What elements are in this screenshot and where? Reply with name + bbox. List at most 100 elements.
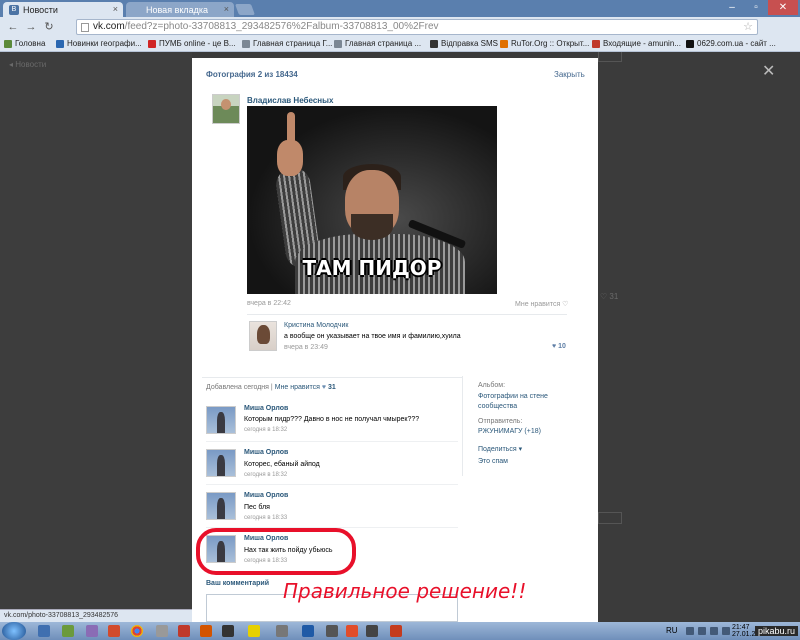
photo-counter: Фотография 2 из 18434 bbox=[206, 70, 298, 79]
bookmark-label: Відправка SMS bbox=[441, 39, 498, 48]
avatar[interactable] bbox=[206, 449, 236, 477]
close-icon[interactable]: × bbox=[224, 4, 229, 14]
language-indicator[interactable]: RU bbox=[666, 626, 678, 635]
avatar[interactable] bbox=[206, 492, 236, 520]
bookmark-item[interactable]: Головна bbox=[4, 39, 45, 48]
vk-favicon-icon: В bbox=[9, 5, 19, 15]
tab-label: Новости bbox=[23, 5, 58, 15]
bookmark-item[interactable]: Відправка SMS bbox=[430, 39, 498, 48]
tray-icon[interactable] bbox=[686, 627, 694, 635]
sender-link[interactable]: РЖУНИМАГУ (+18) bbox=[478, 428, 541, 435]
close-link[interactable]: Закрыть bbox=[554, 70, 585, 79]
bookmark-label: Головна bbox=[15, 39, 46, 48]
avatar[interactable] bbox=[212, 94, 240, 124]
bookmark-item[interactable]: Главная страница Г... bbox=[242, 39, 332, 48]
app-icon[interactable] bbox=[248, 625, 260, 637]
photo[interactable]: ТАМ ПИДОР bbox=[247, 106, 497, 294]
bookmark-icon bbox=[242, 40, 250, 48]
avatar[interactable] bbox=[206, 406, 236, 434]
new-tab-button[interactable] bbox=[234, 4, 256, 15]
bookmark-item[interactable]: RuTor.Org :: Открыт... bbox=[500, 39, 589, 48]
comment-author[interactable]: Миша Орлов bbox=[244, 405, 288, 412]
watermark: pikabu.ru bbox=[755, 626, 799, 636]
star-icon[interactable]: ☆ bbox=[743, 20, 753, 34]
divider bbox=[247, 314, 567, 315]
photo-finger bbox=[287, 112, 295, 144]
app-icon[interactable] bbox=[200, 625, 212, 637]
bookmark-item[interactable]: Новинки географи... bbox=[56, 39, 142, 48]
annotation-text: Правильное решение!! bbox=[283, 579, 527, 603]
close-viewer-icon[interactable]: ✕ bbox=[762, 64, 775, 80]
comment-text: Которес, ебаный айпод bbox=[244, 461, 320, 468]
close-window-icon[interactable]: ✕ bbox=[768, 0, 798, 15]
windows-start-icon[interactable] bbox=[2, 622, 26, 640]
minimize-icon[interactable]: – bbox=[720, 0, 744, 15]
comment-like-button[interactable]: ♥ 10 bbox=[552, 343, 566, 350]
like-count: 31 bbox=[328, 384, 336, 391]
app-icon[interactable] bbox=[276, 625, 288, 637]
bookmark-icon bbox=[148, 40, 156, 48]
url-host: vk.com bbox=[93, 21, 125, 32]
app-icon[interactable] bbox=[222, 625, 234, 637]
bookmark-icon bbox=[592, 40, 600, 48]
app-icon[interactable] bbox=[156, 625, 168, 637]
app-icon[interactable] bbox=[178, 625, 190, 637]
photoshop-icon[interactable] bbox=[302, 625, 314, 637]
network-icon[interactable] bbox=[710, 627, 718, 635]
comment-text: а вообще он указывает на твое имя и фами… bbox=[284, 333, 461, 340]
back-label: Новости bbox=[15, 60, 47, 69]
divider bbox=[206, 484, 458, 485]
photo-caption: ТАМ ПИДОР bbox=[302, 256, 442, 280]
background-box bbox=[598, 52, 622, 62]
tab-strip: В Новости × Новая вкладка × – ▫ ✕ bbox=[0, 0, 800, 17]
volume-icon[interactable] bbox=[722, 627, 730, 635]
your-comment-label: Ваш комментарий bbox=[206, 580, 270, 587]
status-bar: vk.com/photo-33708813_293482576 bbox=[0, 609, 192, 622]
tab-news[interactable]: В Новости × bbox=[3, 2, 123, 17]
share-link[interactable]: Поделиться ▾ bbox=[478, 445, 522, 453]
photo-beard bbox=[351, 214, 393, 240]
photo-like-button[interactable]: Мне нравится ♡ bbox=[515, 300, 568, 308]
reload-icon[interactable]: ↻ bbox=[42, 20, 56, 34]
app-icon[interactable] bbox=[366, 625, 378, 637]
background-box bbox=[598, 512, 622, 524]
author-name[interactable]: Владислав Небесных bbox=[247, 96, 333, 105]
bookmark-label: Главная страница Г... bbox=[253, 39, 333, 48]
app-icon[interactable] bbox=[108, 625, 120, 637]
back-arrow-icon[interactable]: ← bbox=[6, 20, 20, 34]
like-button[interactable]: Мне нравится bbox=[275, 384, 320, 391]
sender-label: Отправитель: bbox=[478, 418, 523, 425]
app-icon[interactable] bbox=[346, 625, 358, 637]
comment-time: сегодня в 18:32 bbox=[244, 472, 288, 478]
app-icon[interactable] bbox=[86, 625, 98, 637]
address-bar[interactable]: vk.com/feed?z=photo-33708813_293482576%2… bbox=[76, 19, 758, 35]
report-spam-link[interactable]: Это спам bbox=[478, 458, 508, 465]
forward-arrow-icon[interactable]: → bbox=[24, 20, 38, 34]
bookmark-label: Входящие - amunin... bbox=[603, 39, 681, 48]
divider bbox=[206, 441, 458, 442]
tab-new[interactable]: Новая вкладка × bbox=[126, 2, 234, 17]
back-to-news-link[interactable]: ◂ Новости bbox=[9, 60, 46, 69]
explorer-icon[interactable] bbox=[38, 625, 50, 637]
bookmark-item[interactable]: Входящие - amunin... bbox=[592, 39, 681, 48]
avatar[interactable] bbox=[249, 321, 277, 351]
bookmark-item[interactable]: Главная страница ... bbox=[334, 39, 421, 48]
comment-author[interactable]: Миша Орлов bbox=[244, 492, 288, 499]
album-link[interactable]: Фотографии на стене сообщества bbox=[478, 392, 562, 412]
bookmark-icon bbox=[686, 40, 694, 48]
tray-icon[interactable] bbox=[698, 627, 706, 635]
chrome-icon[interactable] bbox=[131, 625, 143, 637]
app-icon[interactable] bbox=[326, 625, 338, 637]
app-icon[interactable] bbox=[62, 625, 74, 637]
left-dimmed-area bbox=[0, 52, 192, 622]
vertical-divider bbox=[462, 376, 463, 476]
added-label: Добавлена сегодня bbox=[206, 384, 269, 391]
comment-author[interactable]: Кристина Молодчик bbox=[284, 322, 348, 329]
bookmark-item[interactable]: ПУМБ online - це В... bbox=[148, 39, 236, 48]
comment-author[interactable]: Миша Орлов bbox=[244, 449, 288, 456]
album-label: Альбом: bbox=[478, 382, 506, 389]
app-icon[interactable] bbox=[390, 625, 402, 637]
bookmark-item[interactable]: 0629.com.ua - сайт ... bbox=[686, 39, 776, 48]
maximize-icon[interactable]: ▫ bbox=[744, 0, 768, 15]
close-icon[interactable]: × bbox=[113, 4, 118, 14]
